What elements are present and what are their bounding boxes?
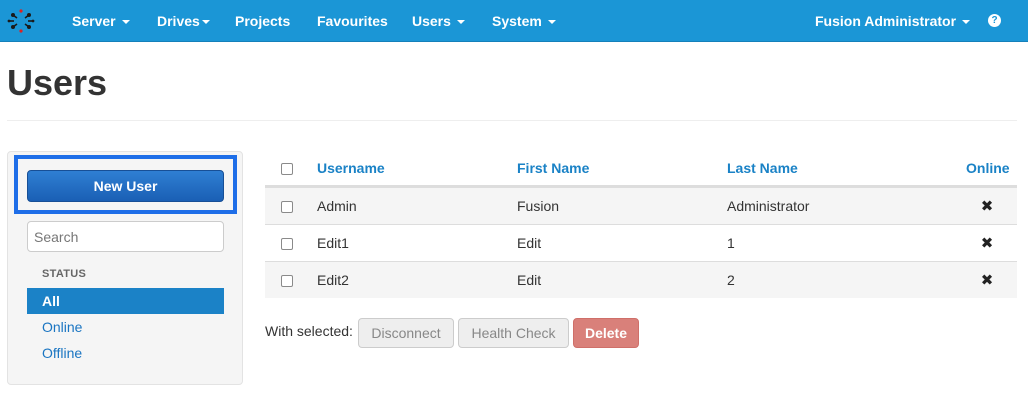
column-header-last-name[interactable]: Last Name <box>727 150 798 187</box>
table-row[interactable]: Edit1 Edit 1 ✖ <box>265 224 1017 261</box>
cell-last-name: 1 <box>727 235 735 251</box>
filter-online[interactable]: Online <box>27 314 224 340</box>
app-logo-icon[interactable] <box>7 7 35 35</box>
cell-username: Edit2 <box>317 272 349 288</box>
user-menu-label: Fusion Administrator <box>815 13 957 29</box>
cross-icon: ✖ <box>980 272 994 289</box>
filter-offline[interactable]: Offline <box>27 340 224 366</box>
nav-favourites[interactable]: Favourites <box>317 0 388 42</box>
nav-users-label: Users <box>412 13 451 29</box>
nav-server-label: Server <box>72 13 116 29</box>
cell-first-name: Fusion <box>517 198 560 214</box>
column-header-username[interactable]: Username <box>317 150 385 187</box>
nav-server[interactable]: Server <box>72 0 130 42</box>
search-input[interactable] <box>27 221 224 252</box>
top-navbar: Server Drives Projects Favourites Users … <box>0 0 1028 42</box>
disconnect-button[interactable]: Disconnect <box>358 318 454 348</box>
bulk-actions-label: With selected: <box>265 323 353 339</box>
cross-icon: ✖ <box>980 235 994 252</box>
cross-icon: ✖ <box>980 198 994 215</box>
chevron-down-icon <box>547 20 556 25</box>
user-menu[interactable]: Fusion Administrator <box>815 0 971 42</box>
nav-drives[interactable]: Drives <box>157 0 210 42</box>
column-header-first-name[interactable]: First Name <box>517 150 589 187</box>
question-circle-icon[interactable]: ? <box>988 14 1001 27</box>
nav-drives-label: Drives <box>157 13 200 29</box>
status-filter-header: STATUS <box>42 268 87 280</box>
row-checkbox[interactable] <box>281 238 293 250</box>
delete-button[interactable]: Delete <box>573 318 639 348</box>
table-row[interactable]: Admin Fusion Administrator ✖ <box>265 187 1017 224</box>
cell-last-name: Administrator <box>727 198 810 214</box>
table-header-row: Username First Name Last Name Online <box>265 150 1017 187</box>
filter-all[interactable]: All <box>27 288 224 314</box>
chevron-down-icon <box>456 20 465 25</box>
nav-users[interactable]: Users <box>412 0 465 42</box>
nav-projects-label: Projects <box>235 13 291 29</box>
row-checkbox[interactable] <box>281 275 293 287</box>
row-checkbox[interactable] <box>281 201 293 213</box>
cell-username: Edit1 <box>317 235 349 251</box>
table-row[interactable]: Edit2 Edit 2 ✖ <box>265 261 1017 298</box>
chevron-down-icon <box>121 20 130 25</box>
cell-first-name: Edit <box>517 272 542 288</box>
sidebar-panel: New User STATUS All Online Offline <box>7 151 243 385</box>
column-header-online[interactable]: Online <box>966 150 1010 187</box>
health-check-button[interactable]: Health Check <box>458 318 569 348</box>
cell-first-name: Edit <box>517 235 542 251</box>
chevron-down-icon <box>201 20 210 25</box>
nav-favourites-label: Favourites <box>317 13 388 29</box>
new-user-button[interactable]: New User <box>27 170 224 202</box>
page-title: Users <box>7 62 108 103</box>
select-all-checkbox[interactable] <box>281 163 293 175</box>
nav-projects[interactable]: Projects <box>235 0 290 42</box>
nav-system[interactable]: System <box>492 0 556 42</box>
nav-system-label: System <box>492 13 542 29</box>
divider <box>7 120 1017 121</box>
cell-last-name: 2 <box>727 272 735 288</box>
cell-username: Admin <box>317 198 357 214</box>
chevron-down-icon <box>962 20 971 25</box>
